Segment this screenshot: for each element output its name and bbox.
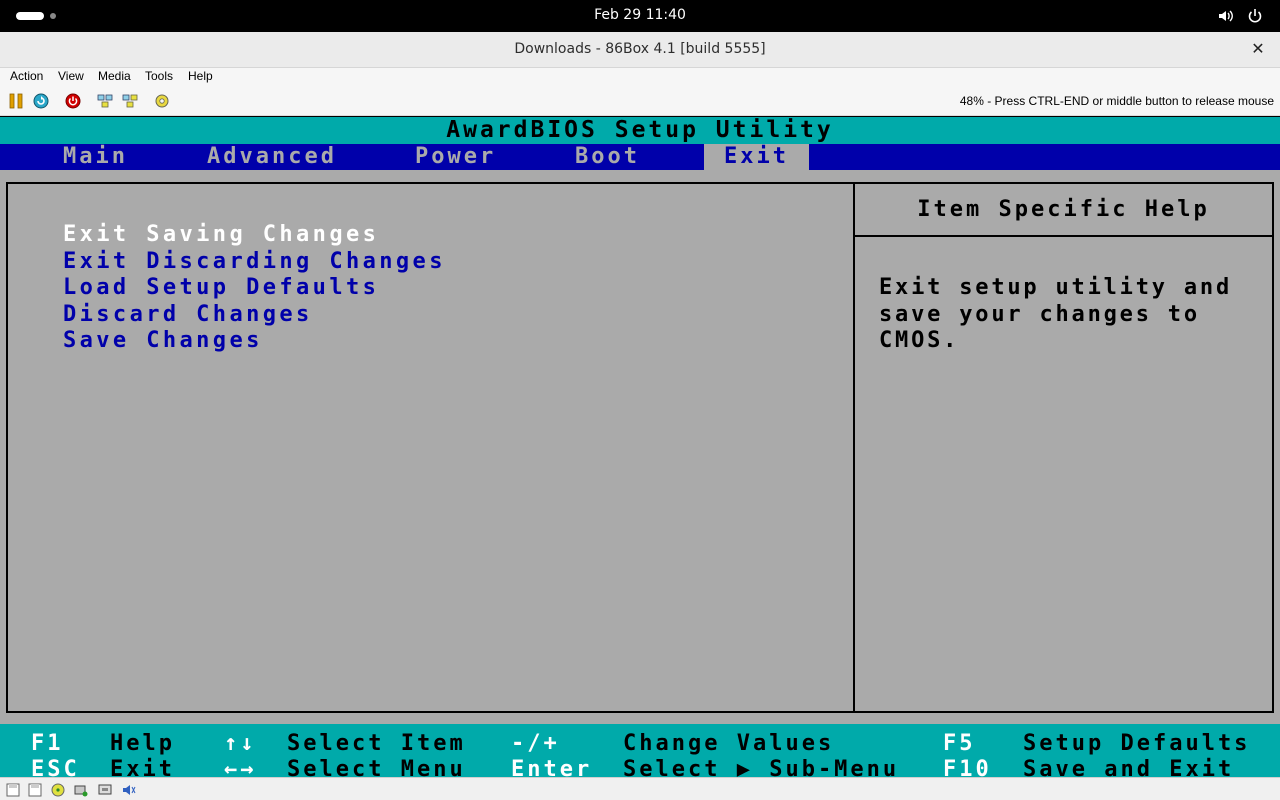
help-line: Exit setup utility and (879, 275, 1232, 300)
system-top-bar: Feb 29 11:40 (0, 0, 1280, 32)
reset-icon[interactable] (33, 93, 49, 109)
key-desc-select-item: Select Item (287, 731, 466, 756)
window-title: Downloads - 86Box 4.1 [build 5555] (514, 41, 766, 57)
menubar: Action View Media Tools Help (0, 68, 1280, 86)
menu-help[interactable]: Help (188, 69, 213, 83)
key-f5: F5 (943, 731, 976, 756)
close-window-button[interactable]: ✕ (1248, 39, 1268, 59)
help-separator (855, 235, 1272, 237)
floppy-b-icon[interactable] (28, 782, 42, 797)
system-clock[interactable]: Feb 29 11:40 (0, 7, 1280, 23)
key-desc-setup-defaults: Setup Defaults (1023, 731, 1251, 756)
bios-key-legend: F1 Help ↑↓ Select Item -/+ Change Values… (0, 724, 1280, 782)
help-panel-title: Item Specific Help (917, 197, 1210, 222)
menu-item-load-setup-defaults[interactable]: Load Setup Defaults (63, 275, 446, 302)
key-plus-minus: -/+ (511, 731, 560, 756)
tab-exit[interactable]: Exit (704, 144, 809, 170)
key-updown: ↑↓ (224, 731, 257, 756)
bios-title: AwardBIOS Setup Utility (0, 117, 1280, 144)
menu-media[interactable]: Media (98, 69, 131, 83)
tab-advanced[interactable]: Advanced (207, 144, 337, 170)
tab-boot[interactable]: Boot (575, 144, 640, 170)
hdd-icon[interactable] (74, 782, 88, 797)
help-line: save your changes to (879, 301, 1200, 327)
volume-icon[interactable] (1217, 7, 1235, 25)
network-icon[interactable] (98, 782, 112, 796)
ctrl-alt-esc-icon[interactable] (122, 93, 138, 109)
power-icon[interactable] (1246, 7, 1264, 25)
help-panel-text: Exit setup utility and save your changes… (879, 275, 1259, 355)
ctrl-alt-del-icon[interactable] (97, 93, 113, 109)
mouse-capture-status: 48% - Press CTRL-END or middle button to… (959, 94, 1274, 108)
bios-tab-bar: Main Advanced Power Boot Exit (0, 144, 1280, 170)
menu-item-discard-changes[interactable]: Discard Changes (63, 302, 446, 329)
menu-view[interactable]: View (58, 69, 84, 83)
menu-tools[interactable]: Tools (145, 69, 173, 83)
emulator-statusbar (0, 777, 1280, 800)
sound-icon[interactable] (122, 782, 136, 796)
tab-main[interactable]: Main (63, 144, 128, 170)
menu-item-exit-discarding-changes[interactable]: Exit Discarding Changes (63, 249, 446, 276)
menu-item-exit-saving-changes[interactable]: Exit Saving Changes (63, 222, 446, 249)
exit-menu: Exit Saving Changes Exit Discarding Chan… (63, 222, 446, 355)
tab-power[interactable]: Power (415, 144, 496, 170)
cdrom-icon[interactable] (51, 782, 65, 797)
key-desc-help: Help (110, 731, 175, 756)
toolbar: 48% - Press CTRL-END or middle button to… (0, 86, 1280, 116)
emulator-screen[interactable]: AwardBIOS Setup Utility Main Advanced Po… (0, 117, 1280, 782)
power-off-icon[interactable] (65, 93, 81, 109)
window-titlebar: Downloads - 86Box 4.1 [build 5555] ✕ (0, 32, 1280, 68)
help-line: CMOS. (879, 328, 960, 353)
panel-divider (853, 182, 855, 713)
key-f1: F1 (31, 731, 64, 756)
settings-icon[interactable] (154, 93, 170, 109)
floppy-a-icon[interactable] (6, 782, 20, 797)
menu-action[interactable]: Action (10, 69, 43, 83)
pause-icon[interactable] (8, 93, 24, 109)
menu-item-save-changes[interactable]: Save Changes (63, 328, 446, 355)
key-desc-change-values: Change Values (623, 731, 835, 756)
